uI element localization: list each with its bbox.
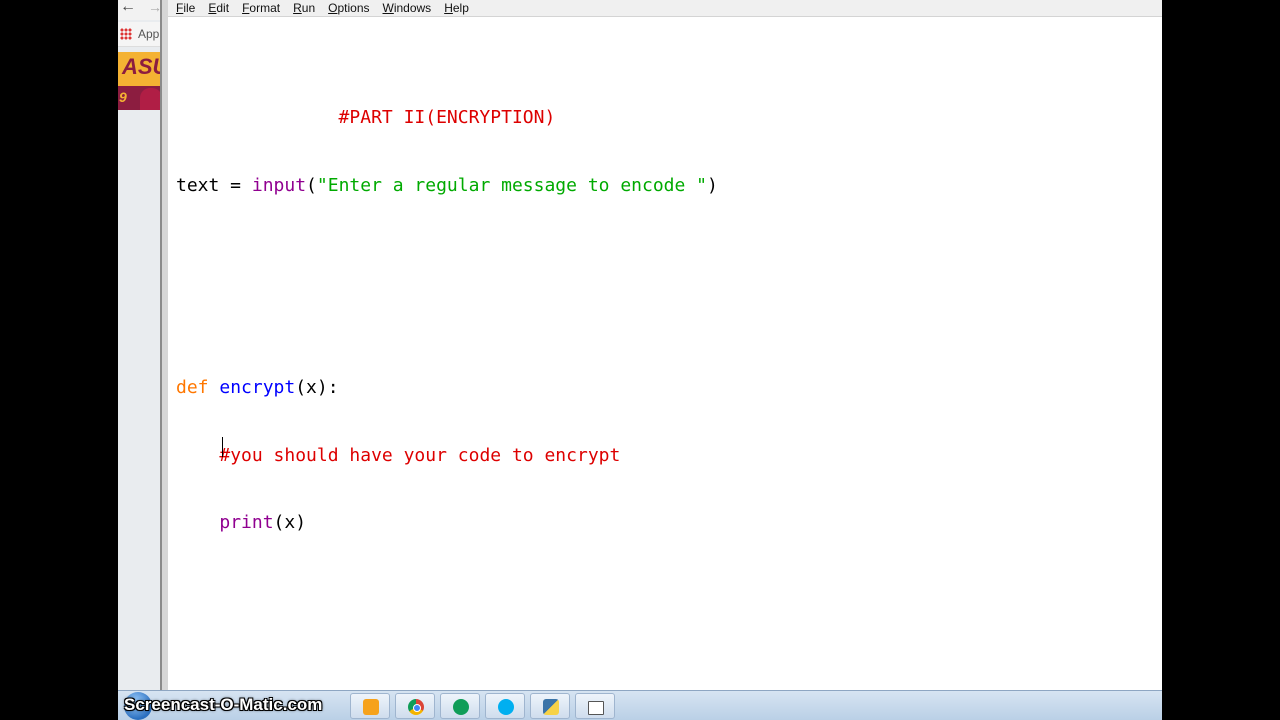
chrome-icon: [408, 699, 424, 715]
asu-banner: ASU 9: [118, 52, 162, 110]
menu-bar: File Edit Format Run Options Windows Hel…: [168, 0, 1162, 17]
background-browser-window[interactable]: ← → App ASU 9: [118, 0, 163, 690]
function-signature: (x):: [295, 377, 339, 398]
code-line-2: text = input("Enter a regular message to…: [176, 175, 1162, 198]
comment-text: #PART II(ENCRYPTION): [176, 107, 556, 128]
code-line-7: print(x): [176, 512, 1162, 535]
text-cursor: #: [219, 444, 231, 466]
taskbar-skype[interactable]: [485, 693, 525, 719]
code-line-5: def encrypt(x):: [176, 377, 1162, 400]
keyword-def: def: [176, 377, 209, 398]
code-editor[interactable]: #PART II(ENCRYPTION) text = input("Enter…: [176, 62, 1162, 690]
menu-edit[interactable]: Edit: [208, 1, 229, 15]
function-name: encrypt: [219, 377, 296, 398]
screen-capture: ← → App ASU 9 File Edit Format Run Optio…: [118, 0, 1162, 720]
builtin-print: print: [219, 512, 274, 533]
screencast-watermark: Screencast-O-Matic.com: [124, 695, 323, 714]
apps-bookmark-label[interactable]: App: [138, 27, 159, 41]
back-arrow-icon[interactable]: ←: [120, 0, 136, 16]
open-paren: (: [306, 174, 317, 196]
menu-windows[interactable]: Windows: [383, 1, 432, 15]
menu-format[interactable]: Format: [242, 1, 280, 15]
taskbar-python[interactable]: [530, 693, 570, 719]
print-args: (x): [273, 512, 307, 533]
comment-text: you should have your code to encrypt: [230, 444, 621, 466]
asu-number: 9: [119, 89, 127, 105]
close-paren: ): [707, 174, 718, 196]
taskbar-window[interactable]: [575, 693, 615, 719]
idle-editor-window: File Edit Format Run Options Windows Hel…: [160, 0, 1162, 690]
taskbar-chrome[interactable]: [395, 693, 435, 719]
string-literal: "Enter a regular message to encode ": [316, 174, 708, 196]
variable-assignment: text =: [176, 174, 252, 196]
taskbar: Screencast-O-Matic.com: [118, 690, 1162, 720]
skype-icon: [498, 699, 514, 715]
window-icon: [588, 701, 604, 715]
menu-options[interactable]: Options: [328, 1, 369, 15]
code-line-1: #PART II(ENCRYPTION): [176, 107, 1162, 130]
bookmarks-bar: App: [118, 22, 162, 47]
asu-logo: ASU: [122, 54, 162, 79]
python-icon: [543, 699, 559, 715]
browser-nav-bar: ← →: [118, 0, 162, 20]
hangouts-icon: [453, 699, 469, 715]
asu-shape: [140, 88, 162, 110]
menu-file[interactable]: File: [176, 1, 195, 15]
taskbar-hangouts[interactable]: [440, 693, 480, 719]
vlc-icon: [363, 699, 379, 715]
apps-grid-icon[interactable]: [120, 28, 132, 40]
menu-help[interactable]: Help: [444, 1, 469, 15]
menu-run[interactable]: Run: [293, 1, 315, 15]
code-line-6: #you should have your code to encrypt: [176, 445, 1162, 468]
builtin-input: input: [251, 174, 307, 196]
taskbar-vlc[interactable]: [350, 693, 390, 719]
